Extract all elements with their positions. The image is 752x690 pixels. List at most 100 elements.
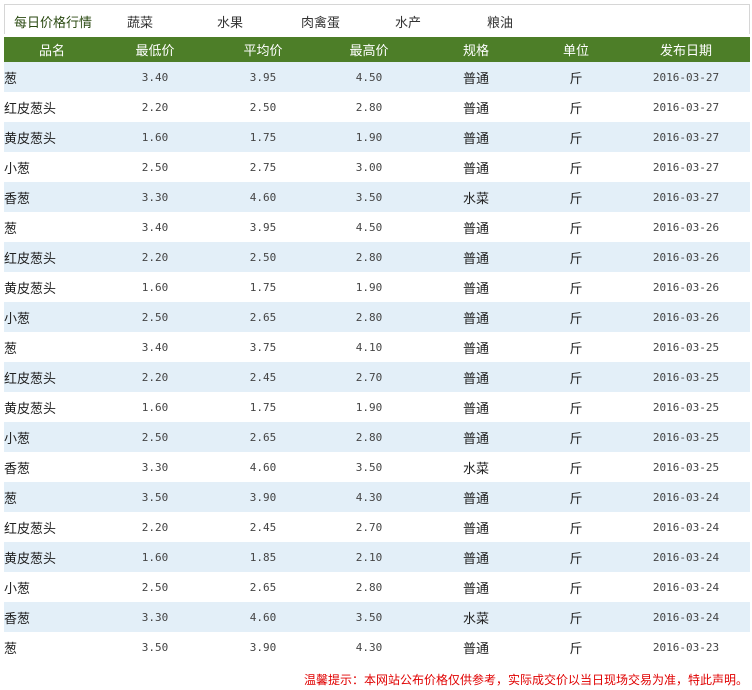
cell-product-name: 香葱 bbox=[4, 191, 31, 207]
cell-min-price: 2.20 bbox=[141, 520, 169, 534]
cell-spec: 普通 bbox=[462, 641, 489, 657]
cell-avg-price: 4.60 bbox=[249, 190, 277, 204]
cell-max-price: 4.30 bbox=[355, 490, 383, 504]
column-header-name: 品名 bbox=[4, 37, 100, 62]
column-header-unit: 单位 bbox=[530, 37, 622, 62]
cell-max-price: 2.70 bbox=[355, 520, 383, 534]
cell-publish-date: 2016-03-24 bbox=[652, 490, 720, 504]
table-row: 香葱 3.30 4.60 3.50 水菜 斤 2016-03-25 bbox=[4, 452, 750, 482]
cell-avg-price: 3.95 bbox=[249, 70, 277, 84]
cell-avg-price: 2.65 bbox=[249, 580, 277, 594]
cell-max-price: 1.90 bbox=[355, 400, 383, 414]
cell-product-name: 红皮葱头 bbox=[4, 101, 57, 117]
cell-publish-date: 2016-03-25 bbox=[652, 370, 720, 384]
cell-publish-date: 2016-03-27 bbox=[652, 70, 720, 84]
cell-spec: 普通 bbox=[462, 311, 489, 327]
cell-max-price: 4.50 bbox=[355, 70, 383, 84]
cell-publish-date: 2016-03-27 bbox=[652, 130, 720, 144]
cell-max-price: 2.80 bbox=[355, 430, 383, 444]
tab-daily-prices[interactable]: 每日价格行情 bbox=[14, 12, 92, 31]
cell-min-price: 1.60 bbox=[141, 550, 169, 564]
tab-vegetables[interactable]: 蔬菜 bbox=[127, 12, 153, 31]
cell-spec: 普通 bbox=[462, 401, 489, 417]
cell-max-price: 2.80 bbox=[355, 310, 383, 324]
tab-meat-poultry-eggs[interactable]: 肉禽蛋 bbox=[301, 12, 340, 31]
table-row: 黄皮葱头 1.60 1.75 1.90 普通 斤 2016-03-27 bbox=[4, 122, 750, 152]
column-header-avg-price: 平均价 bbox=[210, 37, 316, 62]
cell-min-price: 3.30 bbox=[141, 610, 169, 624]
cell-publish-date: 2016-03-26 bbox=[652, 280, 720, 294]
cell-unit: 斤 bbox=[569, 551, 583, 567]
table-row: 香葱 3.30 4.60 3.50 水菜 斤 2016-03-24 bbox=[4, 602, 750, 632]
cell-unit: 斤 bbox=[569, 491, 583, 507]
tab-fruits[interactable]: 水果 bbox=[217, 12, 243, 31]
table-header-row: 品名 最低价 平均价 最高价 规格 单位 发布日期 bbox=[4, 37, 750, 62]
cell-publish-date: 2016-03-26 bbox=[652, 310, 720, 324]
cell-min-price: 3.40 bbox=[141, 220, 169, 234]
cell-product-name: 红皮葱头 bbox=[4, 371, 57, 387]
cell-spec: 水菜 bbox=[462, 611, 489, 627]
cell-max-price: 1.90 bbox=[355, 280, 383, 294]
cell-avg-price: 3.75 bbox=[249, 340, 277, 354]
cell-unit: 斤 bbox=[569, 461, 583, 477]
cell-publish-date: 2016-03-25 bbox=[652, 460, 720, 474]
cell-unit: 斤 bbox=[569, 161, 583, 177]
cell-unit: 斤 bbox=[569, 71, 583, 87]
cell-avg-price: 4.60 bbox=[249, 610, 277, 624]
table-row: 葱 3.40 3.75 4.10 普通 斤 2016-03-25 bbox=[4, 332, 750, 362]
cell-min-price: 2.50 bbox=[141, 160, 169, 174]
cell-product-name: 葱 bbox=[4, 641, 18, 657]
cell-avg-price: 3.90 bbox=[249, 490, 277, 504]
cell-min-price: 2.50 bbox=[141, 310, 169, 324]
cell-min-price: 1.60 bbox=[141, 280, 169, 294]
disclaimer-notice: 温馨提示：本网站公布价格仅供参考，实际成交价以当日现场交易为准，特此声明。 bbox=[303, 673, 748, 687]
cell-product-name: 香葱 bbox=[4, 461, 31, 477]
cell-product-name: 黄皮葱头 bbox=[4, 131, 57, 147]
tab-aquatic[interactable]: 水产 bbox=[395, 12, 421, 31]
cell-min-price: 3.50 bbox=[141, 640, 169, 654]
table-row: 葱 3.50 3.90 4.30 普通 斤 2016-03-23 bbox=[4, 632, 750, 662]
table-row: 黄皮葱头 1.60 1.75 1.90 普通 斤 2016-03-25 bbox=[4, 392, 750, 422]
cell-min-price: 3.30 bbox=[141, 460, 169, 474]
column-header-min-price: 最低价 bbox=[100, 37, 210, 62]
cell-unit: 斤 bbox=[569, 131, 583, 147]
cell-avg-price: 2.65 bbox=[249, 310, 277, 324]
cell-min-price: 3.40 bbox=[141, 340, 169, 354]
cell-avg-price: 3.95 bbox=[249, 220, 277, 234]
cell-spec: 普通 bbox=[462, 371, 489, 387]
table-row: 黄皮葱头 1.60 1.85 2.10 普通 斤 2016-03-24 bbox=[4, 542, 750, 572]
cell-avg-price: 2.50 bbox=[249, 100, 277, 114]
cell-spec: 水菜 bbox=[462, 191, 489, 207]
cell-product-name: 黄皮葱头 bbox=[4, 551, 57, 567]
cell-min-price: 2.20 bbox=[141, 100, 169, 114]
table-row: 红皮葱头 2.20 2.45 2.70 普通 斤 2016-03-24 bbox=[4, 512, 750, 542]
cell-avg-price: 1.75 bbox=[249, 280, 277, 294]
cell-spec: 普通 bbox=[462, 551, 489, 567]
cell-min-price: 2.20 bbox=[141, 250, 169, 264]
table-row: 小葱 2.50 2.75 3.00 普通 斤 2016-03-27 bbox=[4, 152, 750, 182]
cell-unit: 斤 bbox=[569, 101, 583, 117]
cell-product-name: 小葱 bbox=[4, 581, 31, 597]
cell-publish-date: 2016-03-26 bbox=[652, 250, 720, 264]
cell-max-price: 4.50 bbox=[355, 220, 383, 234]
cell-min-price: 2.50 bbox=[141, 430, 169, 444]
cell-publish-date: 2016-03-24 bbox=[652, 550, 720, 564]
cell-avg-price: 2.50 bbox=[249, 250, 277, 264]
cell-spec: 普通 bbox=[462, 161, 489, 177]
cell-avg-price: 2.75 bbox=[249, 160, 277, 174]
cell-product-name: 葱 bbox=[4, 341, 18, 357]
cell-max-price: 2.80 bbox=[355, 100, 383, 114]
cell-spec: 普通 bbox=[462, 581, 489, 597]
cell-product-name: 小葱 bbox=[4, 431, 31, 447]
cell-max-price: 1.90 bbox=[355, 130, 383, 144]
cell-min-price: 3.50 bbox=[141, 490, 169, 504]
cell-avg-price: 3.90 bbox=[249, 640, 277, 654]
category-nav: 每日价格行情 蔬菜 水果 肉禽蛋 水产 粮油 bbox=[4, 4, 750, 34]
cell-publish-date: 2016-03-25 bbox=[652, 400, 720, 414]
cell-unit: 斤 bbox=[569, 521, 583, 537]
cell-max-price: 2.80 bbox=[355, 580, 383, 594]
cell-spec: 普通 bbox=[462, 251, 489, 267]
cell-product-name: 小葱 bbox=[4, 161, 31, 177]
tab-grain-oil[interactable]: 粮油 bbox=[487, 12, 513, 31]
cell-spec: 水菜 bbox=[462, 461, 489, 477]
